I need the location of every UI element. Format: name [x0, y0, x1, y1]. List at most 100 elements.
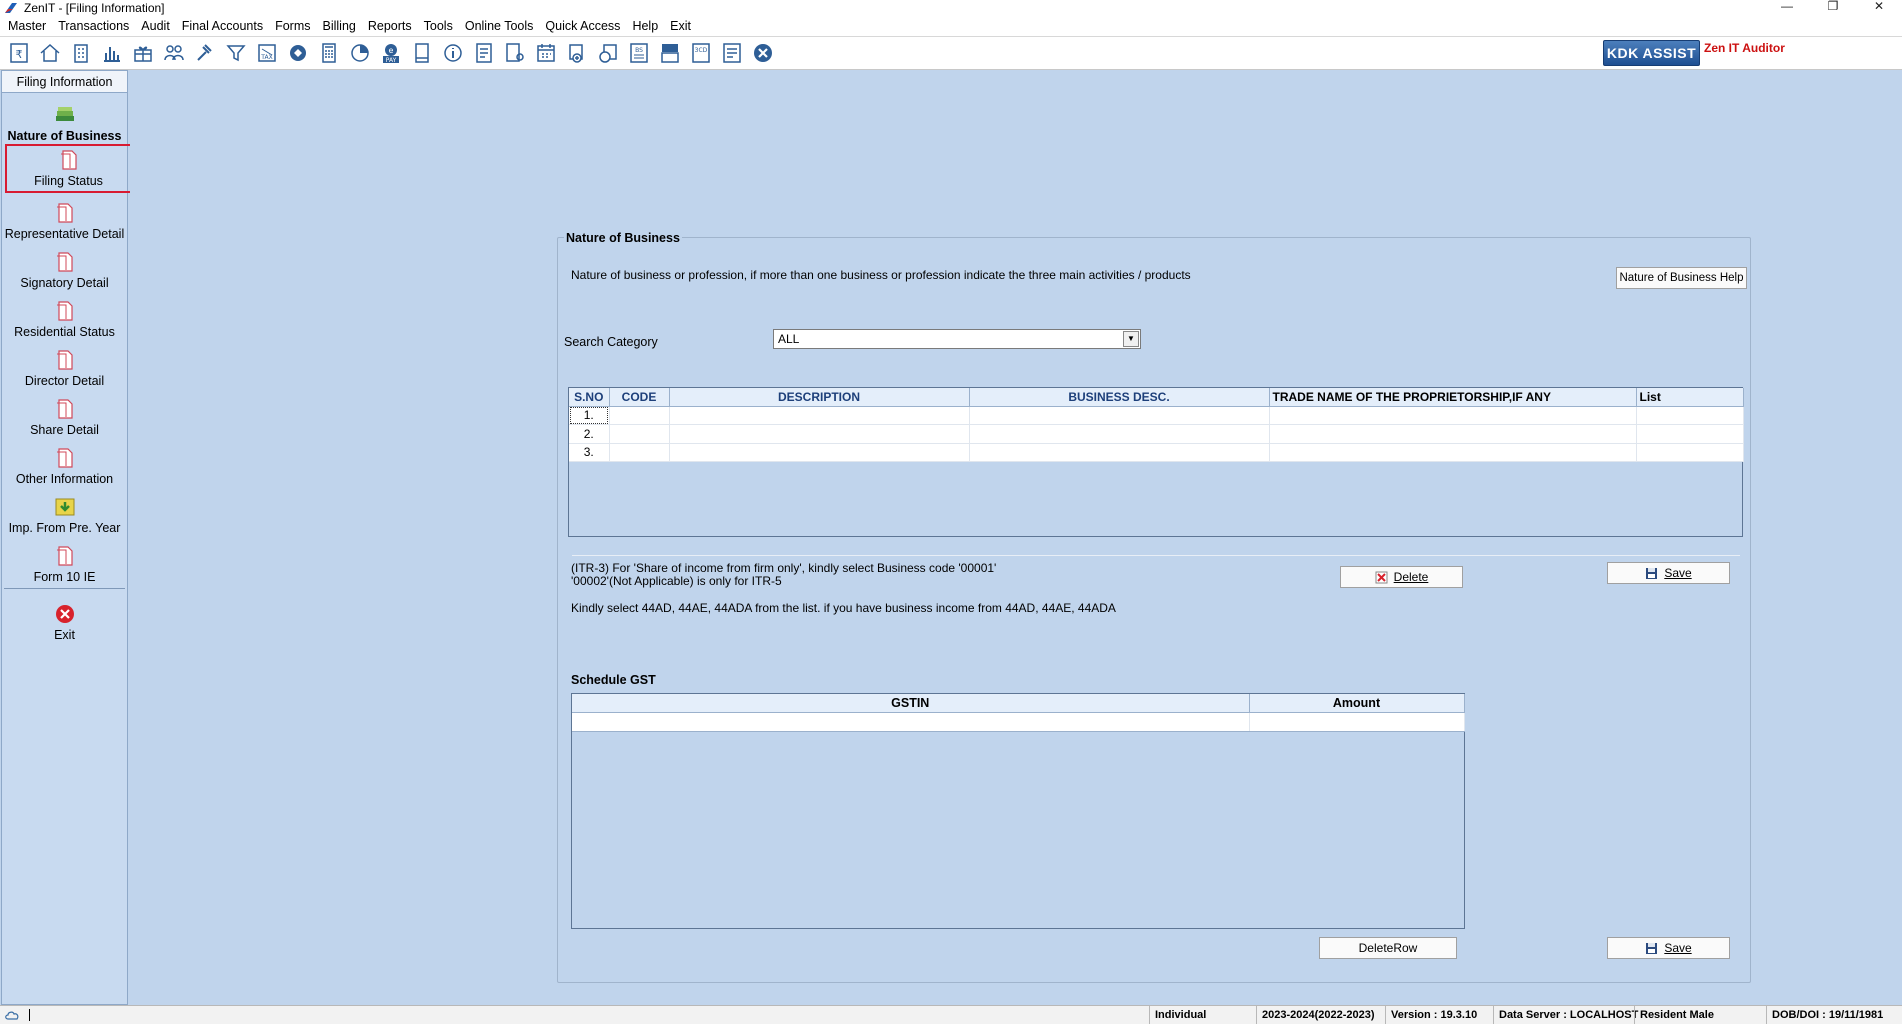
- sidebar-item-form-10-ie[interactable]: Form 10 IE: [2, 538, 127, 587]
- business-desc-cell[interactable]: [969, 424, 1270, 444]
- toolbar-button[interactable]: [96, 39, 127, 67]
- search-category-select[interactable]: ALL ▼: [773, 329, 1141, 349]
- code-cell[interactable]: [609, 424, 670, 444]
- sidebar-item-share-detail[interactable]: Share Detail: [2, 391, 127, 440]
- sno-cell[interactable]: 2.: [569, 424, 610, 444]
- toolbar-button[interactable]: [127, 39, 158, 67]
- column-header-code[interactable]: CODE: [609, 388, 670, 407]
- column-header-trade-name[interactable]: TRADE NAME OF THE PROPRIETORSHIP,IF ANY: [1269, 388, 1637, 407]
- trade-name-cell[interactable]: [1269, 406, 1637, 425]
- menu-audit[interactable]: Audit: [135, 15, 176, 37]
- status-assessment-year: 2023-2024(2022-2023): [1256, 1006, 1390, 1024]
- toolbar-button[interactable]: [220, 39, 251, 67]
- toolbar-button[interactable]: 3CD: [685, 39, 716, 67]
- toolbar-button[interactable]: [158, 39, 189, 67]
- toolbar-button[interactable]: ₹: [3, 39, 34, 67]
- delete-row-button[interactable]: DeleteRow: [1319, 937, 1457, 959]
- table-row[interactable]: 3.: [569, 443, 1744, 462]
- business-desc-cell[interactable]: [969, 406, 1270, 425]
- sidebar-item-director-detail[interactable]: Director Detail: [2, 342, 127, 391]
- zen-it-auditor-link[interactable]: Zen IT Auditor: [1704, 41, 1785, 55]
- sidebar-item-exit[interactable]: Exit: [2, 596, 127, 645]
- sno-cell[interactable]: 1.: [569, 406, 610, 425]
- toolbar-button[interactable]: [65, 39, 96, 67]
- menu-reports[interactable]: Reports: [362, 15, 418, 37]
- toolbar-button[interactable]: [530, 39, 561, 67]
- business-desc-cell[interactable]: [969, 443, 1270, 462]
- toolbar-button[interactable]: [406, 39, 437, 67]
- sno-cell[interactable]: 3.: [569, 443, 610, 462]
- list-cell[interactable]: [1636, 443, 1744, 462]
- amount-cell[interactable]: [1249, 712, 1465, 732]
- code-cell[interactable]: [609, 406, 670, 425]
- gst-save-button[interactable]: Save: [1607, 937, 1730, 959]
- toolbar-button[interactable]: BS: [623, 39, 654, 67]
- toolbar-button[interactable]: [282, 39, 313, 67]
- toolbar-button[interactable]: [747, 39, 778, 67]
- menu-help[interactable]: Help: [626, 15, 664, 37]
- column-header-sno[interactable]: S.NO: [569, 388, 610, 407]
- toolbar-button[interactable]: [592, 39, 623, 67]
- sidebar-item-representative-detail[interactable]: Representative Detail: [2, 195, 127, 244]
- list-cell[interactable]: [1636, 424, 1744, 444]
- kdk-assist-button[interactable]: KDK ASSIST: [1603, 40, 1700, 66]
- nature-of-business-help-button[interactable]: Nature of Business Help: [1616, 267, 1747, 289]
- toolbar-button[interactable]: e PAY: [375, 39, 406, 67]
- trade-name-cell[interactable]: [1269, 424, 1637, 444]
- toolbar-button[interactable]: [437, 39, 468, 67]
- toolbar-button[interactable]: [716, 39, 747, 67]
- table-row[interactable]: 2.: [569, 424, 1744, 444]
- code-cell[interactable]: [609, 443, 670, 462]
- toolbar-button[interactable]: [468, 39, 499, 67]
- menu-billing[interactable]: Billing: [317, 15, 362, 37]
- calculator-icon: [321, 43, 336, 63]
- description-cell[interactable]: [669, 406, 970, 425]
- trade-name-cell[interactable]: [1269, 443, 1637, 462]
- itr-note-line-2: '00002'(Not Applicable) is only for ITR-…: [571, 574, 782, 588]
- chevron-down-icon[interactable]: ▼: [1123, 331, 1139, 347]
- gstin-cell[interactable]: [572, 712, 1250, 732]
- toolbar-button[interactable]: [313, 39, 344, 67]
- menu-online-tools[interactable]: Online Tools: [459, 15, 540, 37]
- menu-master[interactable]: Master: [2, 15, 52, 37]
- description-cell[interactable]: [669, 443, 970, 462]
- sidebar-item-import-from-previous-year[interactable]: Imp. From Pre. Year: [2, 489, 127, 538]
- toolbar-button[interactable]: [189, 39, 220, 67]
- sidebar-item-other-information[interactable]: Other Information: [2, 440, 127, 489]
- menu-transactions[interactable]: Transactions: [52, 15, 135, 37]
- column-header-amount[interactable]: Amount: [1249, 694, 1465, 713]
- menu-quick-access[interactable]: Quick Access: [539, 15, 626, 37]
- search-category-value: ALL: [778, 332, 800, 346]
- save-button[interactable]: Save: [1607, 562, 1730, 584]
- table-row[interactable]: [572, 712, 1465, 732]
- column-header-list[interactable]: List: [1636, 388, 1744, 407]
- description-cell[interactable]: [669, 424, 970, 444]
- toolbar-button[interactable]: [499, 39, 530, 67]
- toolbar-button[interactable]: [344, 39, 375, 67]
- status-data-server: Data Server : LOCALHOST: [1493, 1006, 1638, 1024]
- bar-chart-icon: [103, 47, 120, 62]
- delete-button[interactable]: Delete: [1340, 566, 1463, 588]
- sidebar-item-nature-of-business[interactable]: Nature of Business: [2, 97, 127, 146]
- table-row[interactable]: 1.: [569, 406, 1744, 425]
- sidebar-item-residential-status[interactable]: Residential Status: [2, 293, 127, 342]
- menu-exit[interactable]: Exit: [664, 15, 697, 37]
- menu-forms[interactable]: Forms: [269, 15, 316, 37]
- minimize-button[interactable]: —: [1764, 0, 1810, 15]
- toolbar-button[interactable]: [34, 39, 65, 67]
- column-header-description[interactable]: DESCRIPTION: [669, 388, 970, 407]
- close-button[interactable]: ✕: [1856, 0, 1902, 15]
- book-icon: [414, 43, 429, 63]
- column-header-business-desc[interactable]: BUSINESS DESC.: [969, 388, 1270, 407]
- svg-text:PAY: PAY: [385, 57, 396, 64]
- toolbar-button[interactable]: [561, 39, 592, 67]
- restore-button[interactable]: ❐: [1810, 0, 1856, 15]
- toolbar-button[interactable]: [654, 39, 685, 67]
- sidebar-item-filing-status[interactable]: Filing Status: [5, 144, 132, 193]
- menu-tools[interactable]: Tools: [418, 15, 459, 37]
- menu-final-accounts[interactable]: Final Accounts: [176, 15, 269, 37]
- toolbar-button[interactable]: TAX: [251, 39, 282, 67]
- list-cell[interactable]: [1636, 406, 1744, 425]
- column-header-gstin[interactable]: GSTIN: [572, 694, 1250, 713]
- sidebar-item-signatory-detail[interactable]: Signatory Detail: [2, 244, 127, 293]
